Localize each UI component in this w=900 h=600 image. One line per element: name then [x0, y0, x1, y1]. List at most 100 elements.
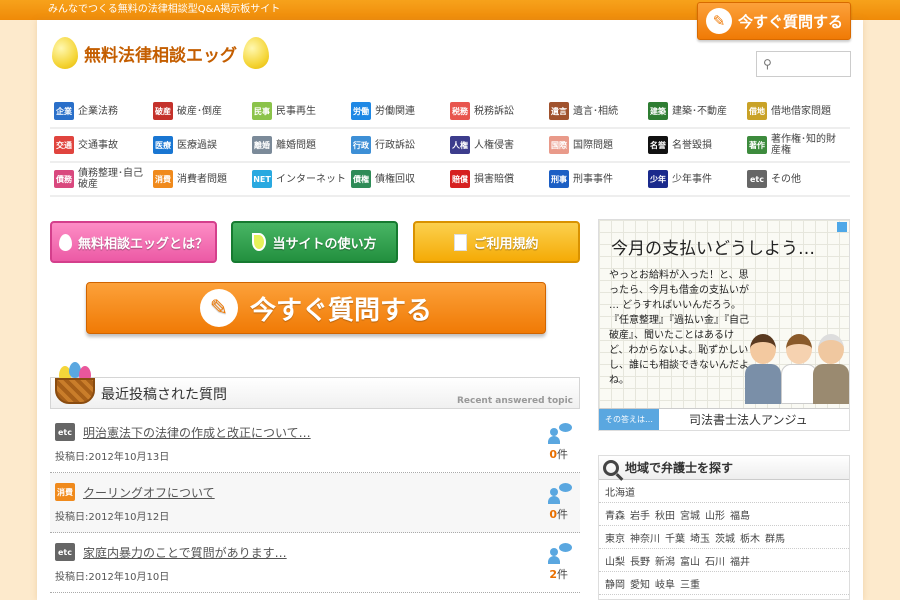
prefecture-link[interactable]: 埼玉 — [690, 530, 710, 545]
post-title-link[interactable]: 明治憲法下の法律の作成と改正について… — [83, 424, 311, 441]
answer-count-unit: 件 — [557, 508, 568, 521]
category-item[interactable]: etc その他 — [743, 170, 842, 188]
search-input[interactable] — [775, 58, 846, 70]
answer-count: 0件 — [549, 506, 568, 522]
prefecture-link[interactable]: 東京 — [605, 530, 625, 545]
prefecture-link[interactable]: 岩手 — [630, 507, 650, 522]
category-label: 債務整理･自己破産 — [78, 168, 143, 190]
category-item[interactable]: 債務 債務整理･自己破産 — [50, 168, 149, 190]
advertisement-banner[interactable]: 今月の支払いどうしよう… やっとお給料が入った！と、思ったら、今月も借金の支払い… — [598, 219, 850, 431]
ad-choices-icon[interactable] — [837, 222, 847, 232]
category-label: 医療過誤 — [177, 139, 217, 151]
egg-basket-icon — [55, 362, 95, 406]
document-icon — [454, 233, 468, 251]
post-date: 投稿日:2012年10月10日 — [55, 572, 170, 583]
category-grid: 企業 企業法務 破産 破産･倒産 民事 民事再生 労働 労働関連 税務 税務訴訟 遺言 遺言･相続 建築… — [50, 95, 850, 197]
category-badge: 刑事 — [549, 170, 569, 188]
prefecture-link[interactable]: 群馬 — [765, 530, 785, 545]
tagline: みんなでつくる無料の法律相談型Q&A掲示板サイト — [48, 4, 281, 15]
egg-icon — [243, 37, 269, 69]
woman-illustration — [781, 334, 817, 404]
post-date: 投稿日:2012年10月12日 — [55, 512, 170, 523]
category-label: 企業法務 — [78, 105, 118, 117]
category-item[interactable]: 民事 民事再生 — [248, 102, 347, 120]
ad-footer-label: その答えは… — [599, 408, 659, 430]
category-item[interactable]: 消費 消費者問題 — [149, 170, 248, 188]
category-item[interactable]: 交通 交通事故 — [50, 136, 149, 154]
answer-count: 0件 — [549, 446, 568, 462]
category-item[interactable]: 債権 債権回収 — [347, 170, 446, 188]
category-label: 刑事事件 — [573, 173, 613, 185]
prefecture-link[interactable]: 福井 — [730, 553, 750, 568]
category-badge: 離婚 — [252, 136, 272, 154]
category-item[interactable]: 刑事 刑事事件 — [545, 170, 644, 188]
prefecture-link[interactable]: 愛知 — [630, 576, 650, 591]
prefecture-link[interactable]: 秋田 — [655, 507, 675, 522]
region-search-header: 地域で弁護士を探す — [599, 456, 849, 480]
category-badge: NET — [252, 170, 272, 188]
prefecture-link[interactable]: 茨城 — [715, 530, 735, 545]
prefecture-link[interactable]: 新潟 — [655, 553, 675, 568]
category-item[interactable]: 労働 労働関連 — [347, 102, 446, 120]
category-item[interactable]: 破産 破産･倒産 — [149, 102, 248, 120]
category-item[interactable]: 借地 借地借家問題 — [743, 102, 842, 120]
prefecture-link[interactable]: 千葉 — [665, 530, 685, 545]
header-ask-button[interactable]: ✎ 今すぐ質問する — [697, 2, 851, 40]
category-item[interactable]: 賠償 損害賠償 — [446, 170, 545, 188]
recent-posts-subtitle: Recent answered topic — [456, 396, 573, 406]
prefecture-link[interactable]: 山梨 — [605, 553, 625, 568]
prefecture-link[interactable]: 静岡 — [605, 576, 625, 591]
prefecture-link[interactable]: 富山 — [680, 553, 700, 568]
category-item[interactable]: 税務 税務訴訟 — [446, 102, 545, 120]
category-item[interactable]: 企業 企業法務 — [50, 102, 149, 120]
category-item[interactable]: 名誉 名誉毀損 — [644, 136, 743, 154]
logo-text: 無料法律相談エッグ — [84, 45, 237, 66]
ask-now-label: 今すぐ質問する — [249, 295, 432, 326]
category-item[interactable]: NET インターネット — [248, 170, 347, 188]
site-logo[interactable]: 無料法律相談エッグ — [52, 36, 269, 70]
prefecture-link[interactable]: 神奈川 — [630, 530, 660, 545]
category-item[interactable]: 国際 国際問題 — [545, 136, 644, 154]
region-row: 北海道 — [599, 480, 849, 503]
category-badge: 行政 — [351, 136, 371, 154]
category-item[interactable]: 著作 著作権･知的財産権 — [743, 134, 842, 156]
terms-button[interactable]: ご利用規約 — [413, 221, 580, 263]
answer-count-number: 0 — [549, 508, 557, 521]
category-label: 税務訴訟 — [474, 105, 514, 117]
prefecture-link[interactable]: 福島 — [730, 507, 750, 522]
search-box[interactable]: ⚲ — [756, 51, 851, 77]
prefecture-link[interactable]: 三重 — [680, 576, 700, 591]
prefecture-link[interactable]: 北海道 — [605, 484, 635, 499]
prefecture-link[interactable]: 石川 — [705, 553, 725, 568]
prefecture-link[interactable]: 宮城 — [680, 507, 700, 522]
region-search-box: 地域で弁護士を探す 北海道青森 岩手 秋田 宮城 山形 福島東京 神奈川 千葉 埼玉 茨城 栃木 群馬… — [598, 455, 850, 600]
answer-count: 2件 — [549, 566, 568, 582]
about-button[interactable]: 無料相談エッグとは？ — [50, 221, 217, 263]
prefecture-link[interactable]: 岐阜 — [655, 576, 675, 591]
ask-now-button[interactable]: ✎ 今すぐ質問する — [86, 282, 546, 334]
category-item[interactable]: 人権 人権侵害 — [446, 136, 545, 154]
post-title-link[interactable]: 家庭内暴力のことで質問があります… — [83, 544, 287, 561]
prefecture-link[interactable]: 栃木 — [740, 530, 760, 545]
category-item[interactable]: 行政 行政訴訟 — [347, 136, 446, 154]
prefecture-link[interactable]: 長野 — [630, 553, 650, 568]
category-label: 交通事故 — [78, 139, 118, 151]
post-title-link[interactable]: クーリングオフについて — [83, 484, 215, 501]
answer-count-unit: 件 — [557, 568, 568, 581]
category-badge: 遺言 — [549, 102, 569, 120]
region-search-title: 地域で弁護士を探す — [625, 461, 734, 475]
category-item[interactable]: 離婚 離婚問題 — [248, 136, 347, 154]
category-item[interactable]: 少年 少年事件 — [644, 170, 743, 188]
category-item[interactable]: 医療 医療過誤 — [149, 136, 248, 154]
prefecture-link[interactable]: 山形 — [705, 507, 725, 522]
category-label: 民事再生 — [276, 105, 316, 117]
category-badge: 労働 — [351, 102, 371, 120]
howto-button[interactable]: 当サイトの使い方 — [231, 221, 398, 263]
prefecture-link[interactable]: 青森 — [605, 507, 625, 522]
post-item: 消費 クーリングオフについて 投稿日:2012年10月12日 0件 — [50, 473, 580, 533]
category-item[interactable]: 建築 建築･不動産 — [644, 102, 743, 120]
category-item[interactable]: 遺言 遺言･相続 — [545, 102, 644, 120]
header-ask-label: 今すぐ質問する — [738, 12, 844, 31]
category-label: 遺言･相続 — [573, 105, 618, 117]
category-badge: 建築 — [648, 102, 668, 120]
